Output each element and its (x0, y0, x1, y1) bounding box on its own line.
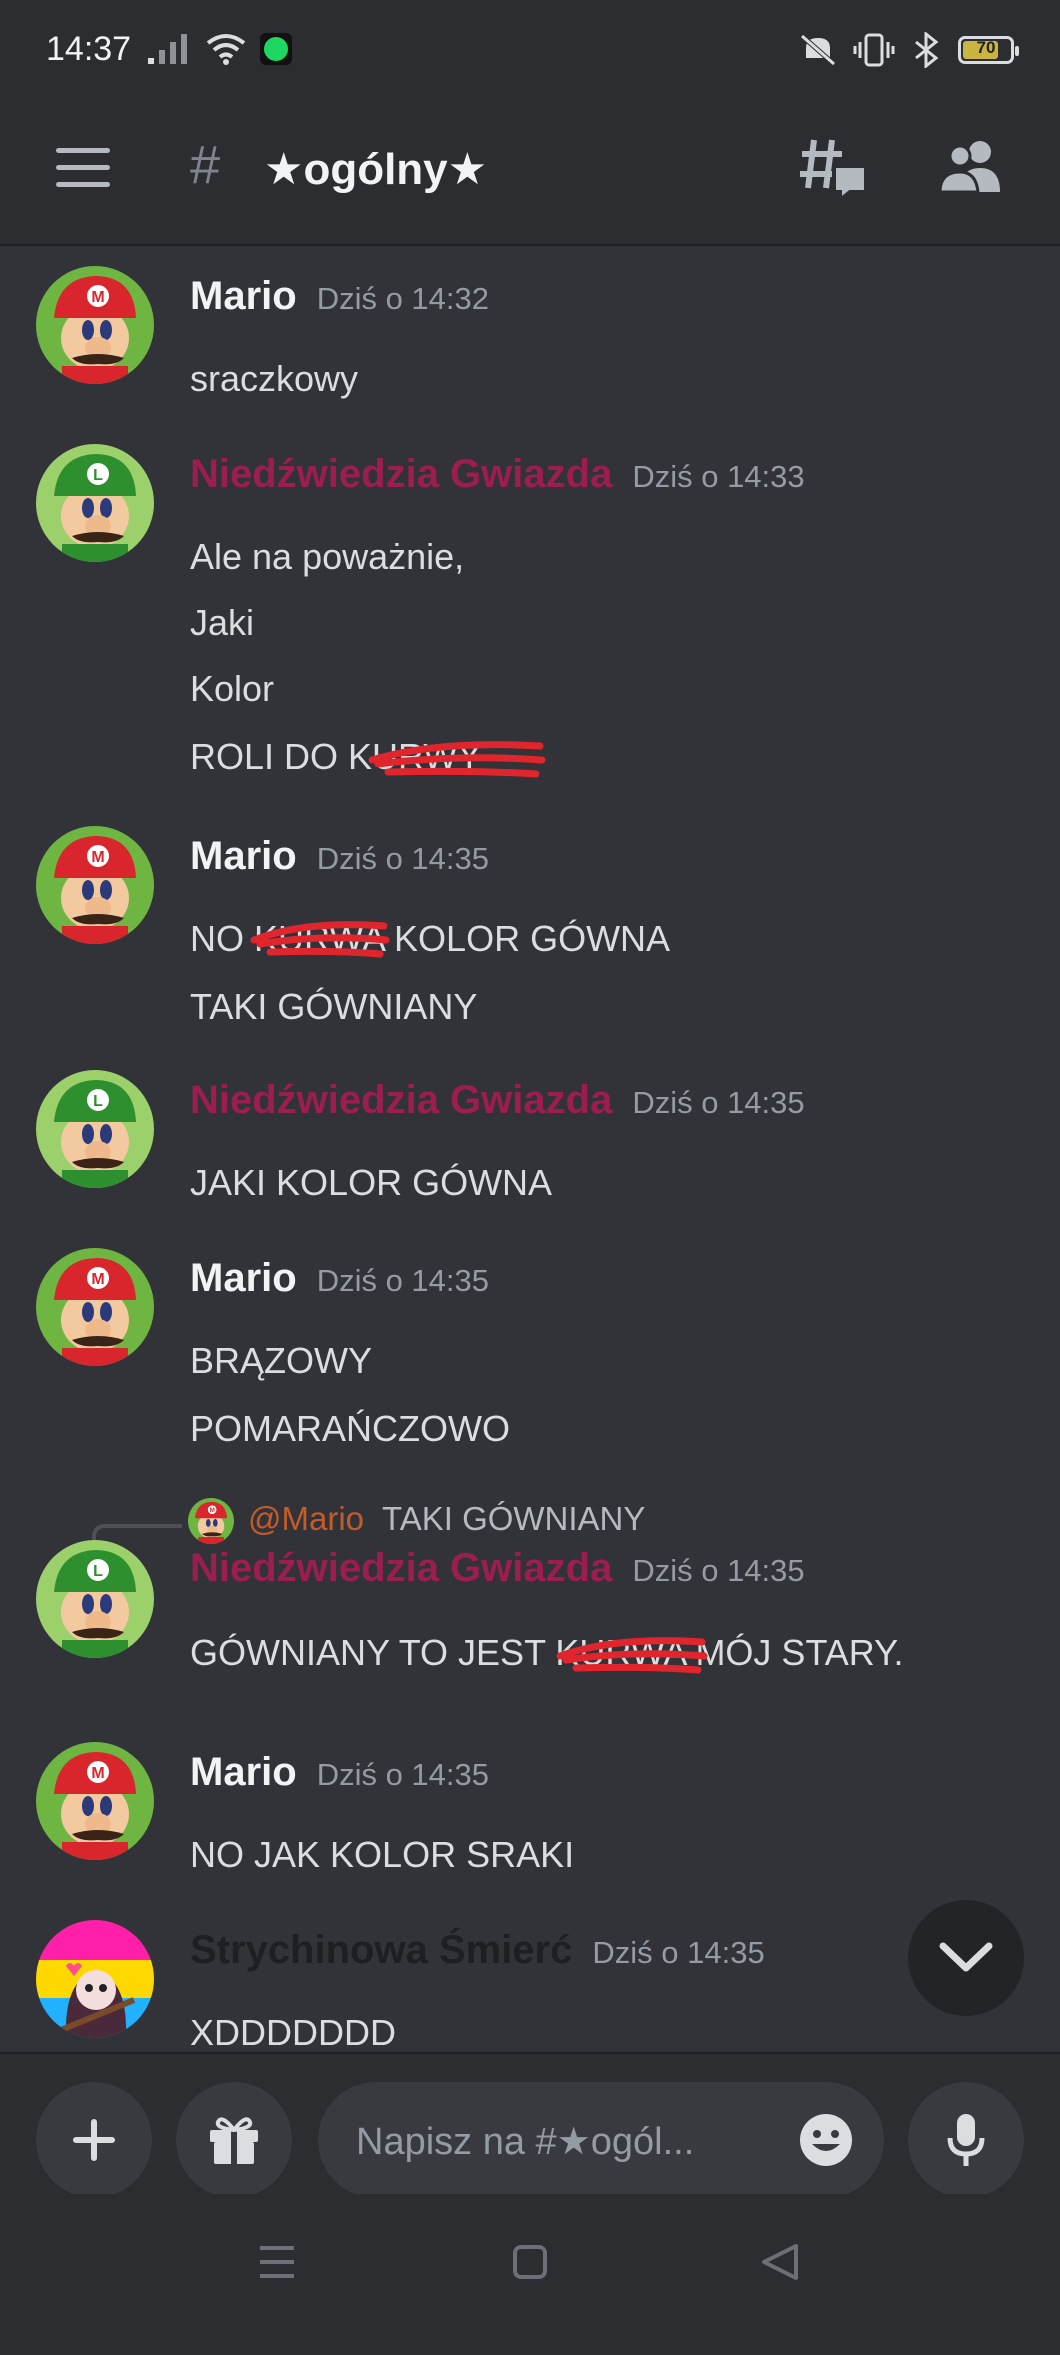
message-text: GÓWNIANY TO JEST KURWA MÓJ STARY. (190, 1632, 904, 1673)
message-author[interactable]: Strychinowa Śmierć Dziś o 14:35 (190, 1928, 765, 1973)
message-text: TAKI GÓWNIANY (190, 986, 478, 1027)
message-timestamp: Dziś o 14:35 (316, 841, 490, 876)
avatar[interactable] (36, 1920, 154, 2038)
svg-text:M: M (91, 1765, 104, 1782)
author-name[interactable]: Mario (190, 1750, 297, 1794)
voice-message-button[interactable] (908, 2082, 1024, 2198)
message-author[interactable]: Mario Dziś o 14:32 (190, 274, 489, 319)
battery-level: 70 (976, 38, 996, 57)
status-time: 14:37 (46, 30, 132, 68)
bluetooth-icon (915, 32, 939, 68)
gift-button[interactable] (176, 2082, 292, 2198)
wifi-icon (206, 34, 246, 65)
svg-text:M: M (91, 1271, 104, 1288)
message-author[interactable]: Mario Dziś o 14:35 (190, 1750, 489, 1795)
message-text: XDDDDDDD (190, 2012, 396, 2052)
message-composer: Napisz na #★ogól... (0, 2052, 1060, 2198)
avatar[interactable]: M (36, 1742, 154, 1860)
channel-header: # ★ogólny★ (0, 100, 1060, 246)
message-text: Kolor (190, 668, 275, 709)
vibrate-icon (853, 33, 895, 67)
microphone-icon (947, 2114, 985, 2166)
message-author[interactable]: Niedźwiedzia Gwiazda Dziś o 14:33 (190, 452, 805, 497)
message-author[interactable]: Niedźwiedzia Gwiazda Dziś o 14:35 (190, 1546, 805, 1591)
avatar[interactable]: L (36, 1540, 154, 1658)
status-bar: 14:37 70 (0, 0, 1060, 100)
signal-icon (148, 34, 187, 64)
message-text: Ale na poważnie, (190, 536, 465, 577)
reply-author[interactable]: @Mario (248, 1500, 364, 1538)
scroll-down-button[interactable] (908, 1900, 1024, 2016)
svg-text:L: L (93, 467, 103, 484)
channel-hash-icon: # (190, 135, 221, 195)
chevron-down-icon (939, 1942, 993, 1972)
recent-apps-icon[interactable] (258, 2244, 296, 2280)
redaction-scribble (250, 921, 390, 958)
message-timestamp: Dziś o 14:35 (592, 1935, 765, 1970)
message-timestamp: Dziś o 14:35 (316, 1757, 490, 1792)
spotify-icon (260, 33, 292, 65)
message-timestamp: Dziś o 14:35 (632, 1085, 805, 1120)
avatar[interactable]: L (36, 444, 154, 562)
author-name[interactable]: Mario (190, 274, 297, 318)
threads-icon[interactable] (800, 136, 870, 202)
message-timestamp: Dziś o 14:32 (316, 281, 490, 316)
reply-avatar: M (188, 1498, 234, 1544)
message-list[interactable]: M Mario Dziś o 14:32 sraczkowy L Niedźwied… (0, 246, 1060, 2052)
message-input[interactable]: Napisz na #★ogól... (318, 2082, 884, 2198)
add-attachment-button[interactable] (36, 2082, 152, 2198)
reply-text[interactable]: TAKI GÓWNIANY (382, 1500, 645, 1538)
home-icon[interactable] (512, 2244, 548, 2280)
svg-text:M: M (91, 849, 104, 866)
author-name[interactable]: Mario (190, 834, 297, 878)
gift-icon (210, 2117, 258, 2164)
avatar[interactable]: M (36, 266, 154, 384)
message-text: NO JAK KOLOR SRAKI (190, 1834, 575, 1875)
author-name[interactable]: Niedźwiedzia Gwiazda (190, 1078, 612, 1122)
message-timestamp: Dziś o 14:33 (632, 459, 805, 494)
message-timestamp: Dziś o 14:35 (316, 1263, 490, 1298)
avatar[interactable]: M (36, 1248, 154, 1366)
message-text: sraczkowy (190, 358, 359, 399)
message-text: BRĄZOWY (190, 1340, 373, 1381)
svg-text:M: M (210, 1507, 215, 1514)
message-author[interactable]: Niedźwiedzia Gwiazda Dziś o 14:35 (190, 1078, 805, 1123)
battery-icon: 70 (958, 36, 1019, 64)
svg-text:L: L (93, 1563, 103, 1580)
message-timestamp: Dziś o 14:35 (632, 1553, 805, 1588)
message-author[interactable]: Mario Dziś o 14:35 (190, 834, 489, 879)
members-icon[interactable] (940, 138, 1004, 194)
redaction-scribble (368, 741, 546, 778)
hamburger-icon[interactable] (56, 148, 110, 188)
message-text: Jaki (190, 602, 255, 643)
message-input-placeholder: Napisz na #★ogól... (356, 2121, 695, 2163)
system-nav-bar (0, 2194, 1060, 2355)
channel-title[interactable]: ★ogólny★ (264, 144, 487, 195)
svg-text:L: L (93, 1093, 103, 1110)
author-name[interactable]: Mario (190, 1256, 297, 1300)
author-name[interactable]: Niedźwiedzia Gwiazda (190, 1546, 612, 1590)
redaction-scribble (556, 1637, 708, 1674)
avatar[interactable]: M (36, 826, 154, 944)
author-name[interactable]: Strychinowa Śmierć (190, 1928, 572, 1972)
message-author[interactable]: Mario Dziś o 14:35 (190, 1256, 489, 1301)
back-icon[interactable] (760, 2242, 800, 2282)
svg-text:M: M (91, 289, 104, 306)
mute-vibrate-icon (800, 34, 836, 66)
author-name[interactable]: Niedźwiedzia Gwiazda (190, 452, 612, 496)
message-text: POMARAŃCZOWO (190, 1408, 510, 1449)
message-text: JAKI KOLOR GÓWNA (190, 1162, 553, 1203)
emoji-icon[interactable] (798, 2112, 854, 2168)
avatar[interactable]: L (36, 1070, 154, 1188)
plus-icon (73, 2119, 115, 2161)
